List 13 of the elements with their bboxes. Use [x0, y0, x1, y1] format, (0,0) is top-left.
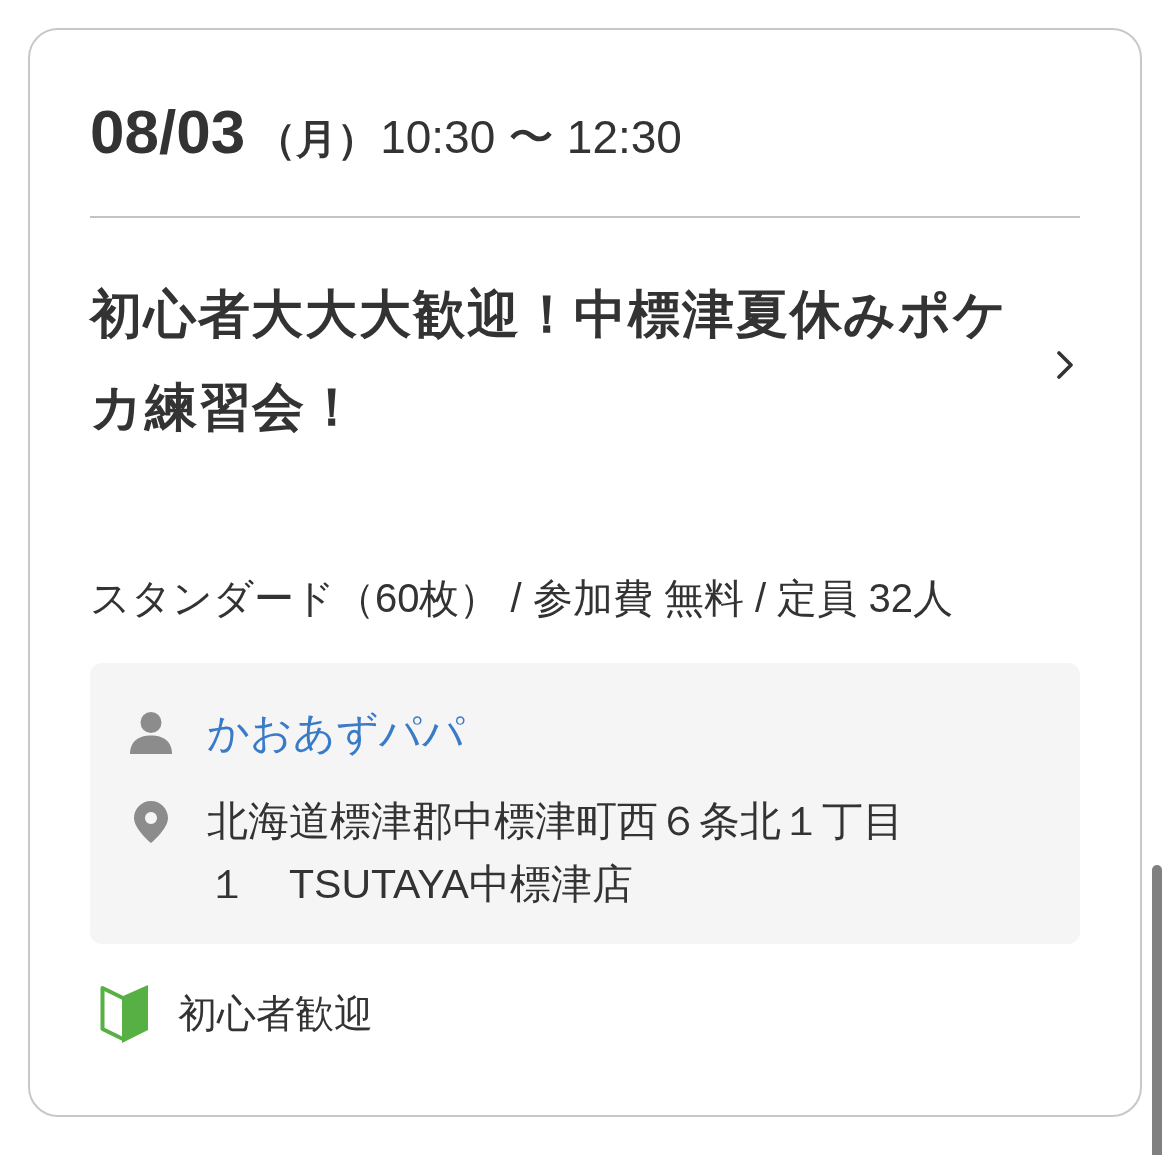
event-card[interactable]: 08/03 （月）10:30 〜 12:30 初心者大大大歓迎！中標津夏休みポケカ練習会！ スタンダード（60枚） / 参加費 無料 / 定員 32人 かおあずパパ 北海道標津郡中標津町西６条北１丁目１ TSUTAYA中標津店 初心者歓迎 — [28, 28, 1142, 1117]
address-text: 北海道標津郡中標津町西６条北１丁目１ TSUTAYA中標津店 — [207, 797, 905, 909]
person-icon — [130, 712, 172, 754]
date-text: 08/03 — [90, 102, 246, 162]
details-text: スタンダード（60枚） / 参加費 無料 / 定員 32人 — [90, 575, 954, 622]
organizer-link[interactable]: かおあずパパ — [207, 703, 465, 763]
beginner-mark-icon — [100, 985, 148, 1043]
location-pin-icon — [134, 801, 168, 843]
chevron-icon — [1057, 351, 1073, 379]
tag-label: 初心者歓迎 — [178, 991, 373, 1037]
event-title: 初心者大大大歓迎！中標津夏休みポケカ練習会！ — [90, 284, 1009, 438]
weekday-text: （月） — [255, 115, 379, 164]
time-text: 10:30 〜 12:30 — [380, 110, 682, 165]
